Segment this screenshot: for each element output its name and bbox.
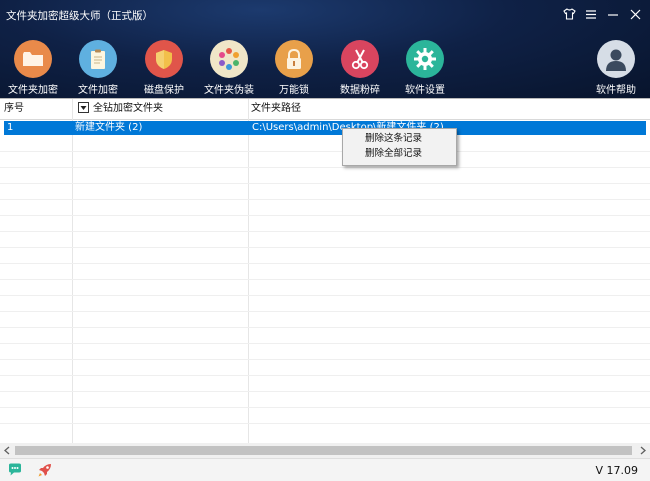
row-folder-name: 新建文件夹 (2) bbox=[75, 122, 143, 133]
close-button[interactable] bbox=[626, 5, 644, 23]
scrollbar-thumb[interactable] bbox=[15, 446, 632, 455]
toolbar-help[interactable]: 软件帮助 bbox=[586, 40, 646, 96]
row-divider bbox=[0, 311, 650, 312]
folder-encrypt-badge bbox=[14, 40, 52, 78]
column-header-folder-label: 全钻加密文件夹 bbox=[93, 103, 163, 114]
folder-icon bbox=[23, 52, 43, 66]
delete-this-record-item[interactable]: 删除这条记录 bbox=[343, 131, 456, 146]
minimize-icon bbox=[608, 13, 618, 16]
help-badge bbox=[597, 40, 635, 78]
toolbar-label: 文件夹伪装 bbox=[204, 85, 254, 96]
disk-protect-badge bbox=[145, 40, 183, 78]
toolbar-label: 软件帮助 bbox=[596, 85, 636, 96]
document-icon bbox=[91, 49, 105, 69]
column-header-path[interactable]: 文件夹路径 bbox=[247, 99, 631, 119]
version-label: V 17.09 bbox=[595, 464, 638, 477]
row-divider bbox=[0, 151, 650, 152]
chat-icon[interactable] bbox=[7, 463, 23, 477]
row-divider bbox=[0, 327, 650, 328]
status-bar: V 17.09 bbox=[0, 458, 650, 481]
window-title: 文件夹加密超级大师（正式版） bbox=[6, 10, 153, 22]
app-window: 文件夹加密超级大师（正式版） 文件夹加密 文件加密 磁盘保护 文件夹伪装 万能锁… bbox=[0, 0, 650, 481]
column-header-folder[interactable]: 全钻加密文件夹 bbox=[74, 99, 248, 119]
context-menu: 删除这条记录 删除全部记录 bbox=[342, 128, 457, 166]
row-divider bbox=[0, 391, 650, 392]
window-controls bbox=[560, 5, 644, 23]
shield-icon bbox=[156, 49, 172, 69]
toolbar-data-shred[interactable]: 数据粉碎 bbox=[330, 40, 390, 96]
palette-icon bbox=[219, 48, 239, 70]
records-table: 序号 全钻加密文件夹 文件夹路径 1 新建文件夹 (2) C:\Users\ad… bbox=[0, 98, 650, 444]
lock-icon bbox=[287, 48, 301, 69]
toolbar-disk-protect[interactable]: 磁盘保护 bbox=[134, 40, 194, 96]
toolbar-file-encrypt[interactable]: 文件加密 bbox=[68, 40, 128, 96]
toolbar-label: 数据粉碎 bbox=[340, 85, 380, 96]
menu-icon bbox=[586, 9, 596, 19]
settings-badge bbox=[406, 40, 444, 78]
table-header: 序号 全钻加密文件夹 文件夹路径 bbox=[0, 99, 650, 120]
row-divider bbox=[0, 343, 650, 344]
row-divider bbox=[0, 407, 650, 408]
toolbar-folder-encrypt[interactable]: 文件夹加密 bbox=[3, 40, 63, 96]
toolbar-universal-lock[interactable]: 万能锁 bbox=[264, 40, 324, 96]
row-divider bbox=[0, 423, 650, 424]
row-divider bbox=[0, 359, 650, 360]
chevron-down-icon[interactable] bbox=[78, 101, 89, 113]
scissors-icon bbox=[351, 49, 369, 70]
toolbar-label: 磁盘保护 bbox=[144, 85, 184, 96]
column-header-index[interactable]: 序号 bbox=[0, 99, 70, 119]
row-divider bbox=[0, 247, 650, 248]
menu-button[interactable] bbox=[582, 5, 600, 23]
row-divider bbox=[0, 231, 650, 232]
row-divider bbox=[0, 183, 650, 184]
row-divider bbox=[0, 263, 650, 264]
row-divider bbox=[0, 199, 650, 200]
table-row[interactable]: 1 新建文件夹 (2) C:\Users\admin\Desktop\新建文件夹… bbox=[4, 121, 646, 135]
toolbar-label: 文件加密 bbox=[78, 85, 118, 96]
toolbar-folder-disguise[interactable]: 文件夹伪装 bbox=[199, 40, 259, 96]
folder-disguise-badge bbox=[210, 40, 248, 78]
row-divider bbox=[0, 279, 650, 280]
user-icon bbox=[606, 49, 626, 71]
row-index: 1 bbox=[7, 122, 14, 133]
toolbar-label: 文件夹加密 bbox=[8, 85, 58, 96]
skin-button[interactable] bbox=[560, 5, 578, 23]
header-banner: 文件夹加密超级大师（正式版） 文件夹加密 文件加密 磁盘保护 文件夹伪装 万能锁… bbox=[0, 0, 650, 98]
shirt-icon bbox=[562, 8, 576, 20]
data-shred-badge bbox=[341, 40, 379, 78]
row-divider bbox=[0, 167, 650, 168]
horizontal-scrollbar[interactable] bbox=[0, 443, 650, 458]
row-divider bbox=[0, 375, 650, 376]
file-encrypt-badge bbox=[79, 40, 117, 78]
toolbar-label: 万能锁 bbox=[279, 85, 309, 96]
toolbar-settings[interactable]: 软件设置 bbox=[395, 40, 455, 96]
toolbar-label: 软件设置 bbox=[405, 85, 445, 96]
scroll-left-icon[interactable] bbox=[0, 443, 15, 458]
universal-lock-badge bbox=[275, 40, 313, 78]
row-divider bbox=[0, 295, 650, 296]
delete-all-records-item[interactable]: 删除全部记录 bbox=[343, 146, 456, 161]
rocket-icon[interactable] bbox=[37, 462, 53, 478]
gear-icon bbox=[414, 48, 436, 70]
close-icon bbox=[630, 9, 640, 19]
scroll-right-icon[interactable] bbox=[635, 443, 650, 458]
minimize-button[interactable] bbox=[604, 5, 622, 23]
row-divider bbox=[0, 215, 650, 216]
